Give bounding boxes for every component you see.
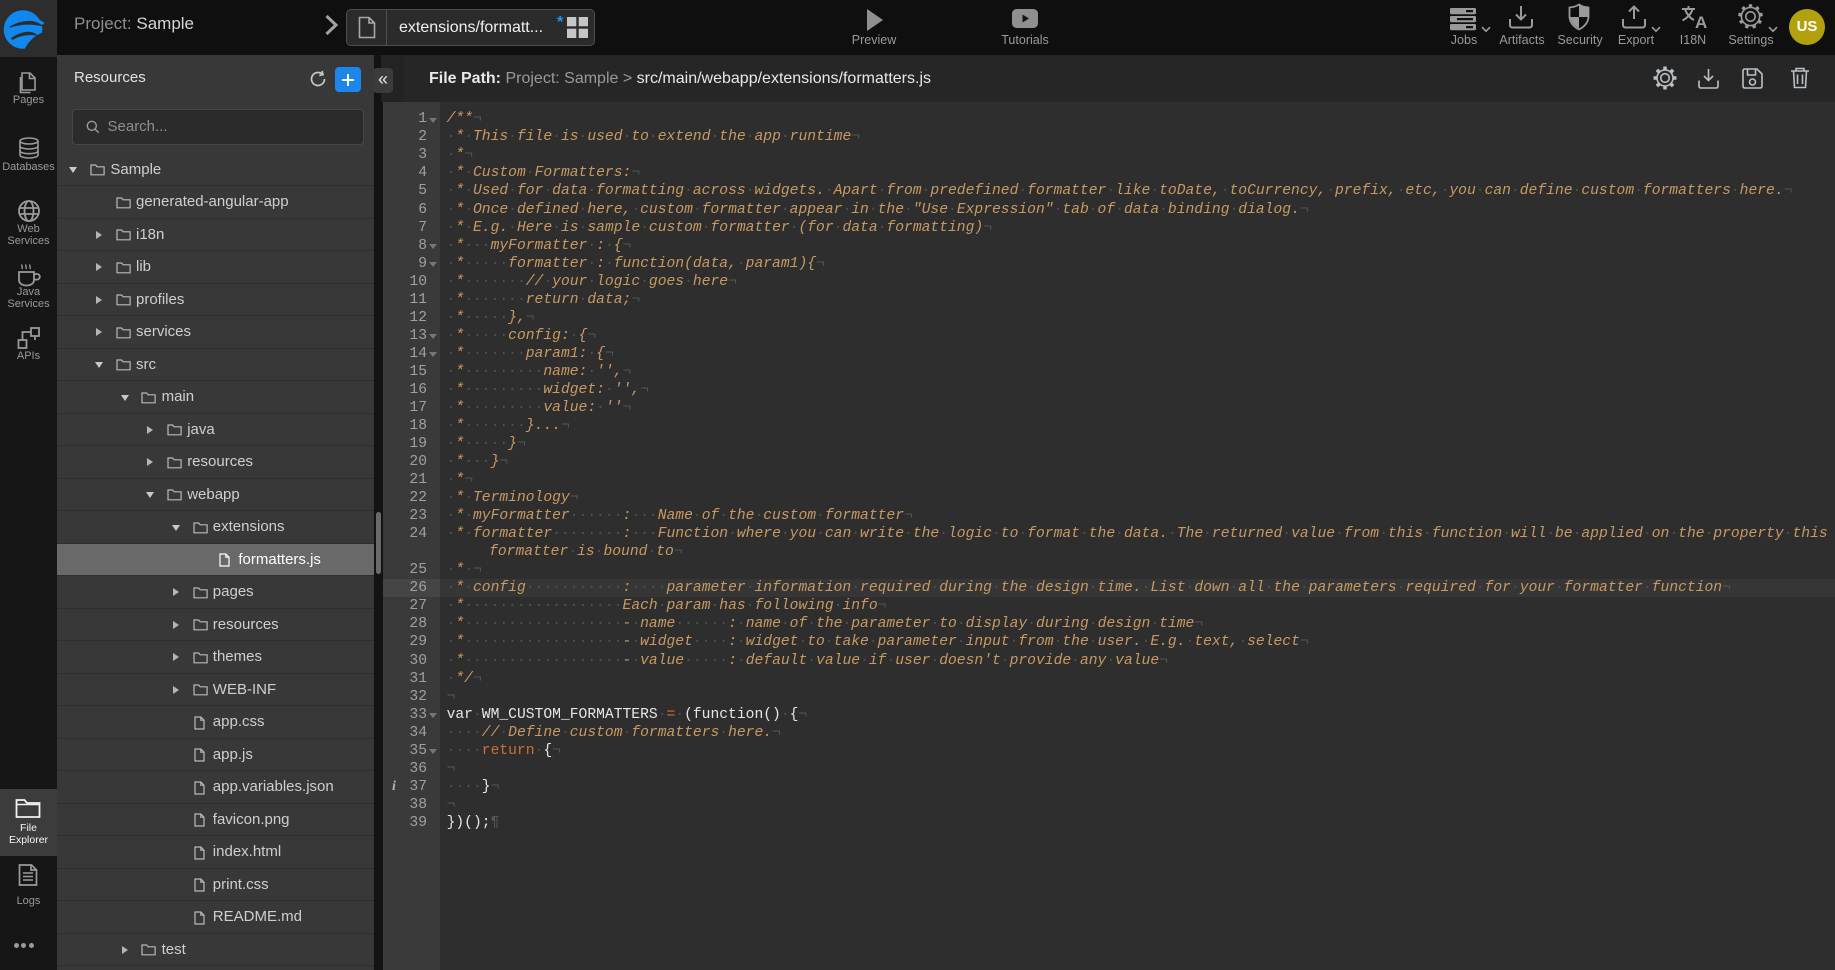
svg-text:A: A (1695, 13, 1707, 30)
